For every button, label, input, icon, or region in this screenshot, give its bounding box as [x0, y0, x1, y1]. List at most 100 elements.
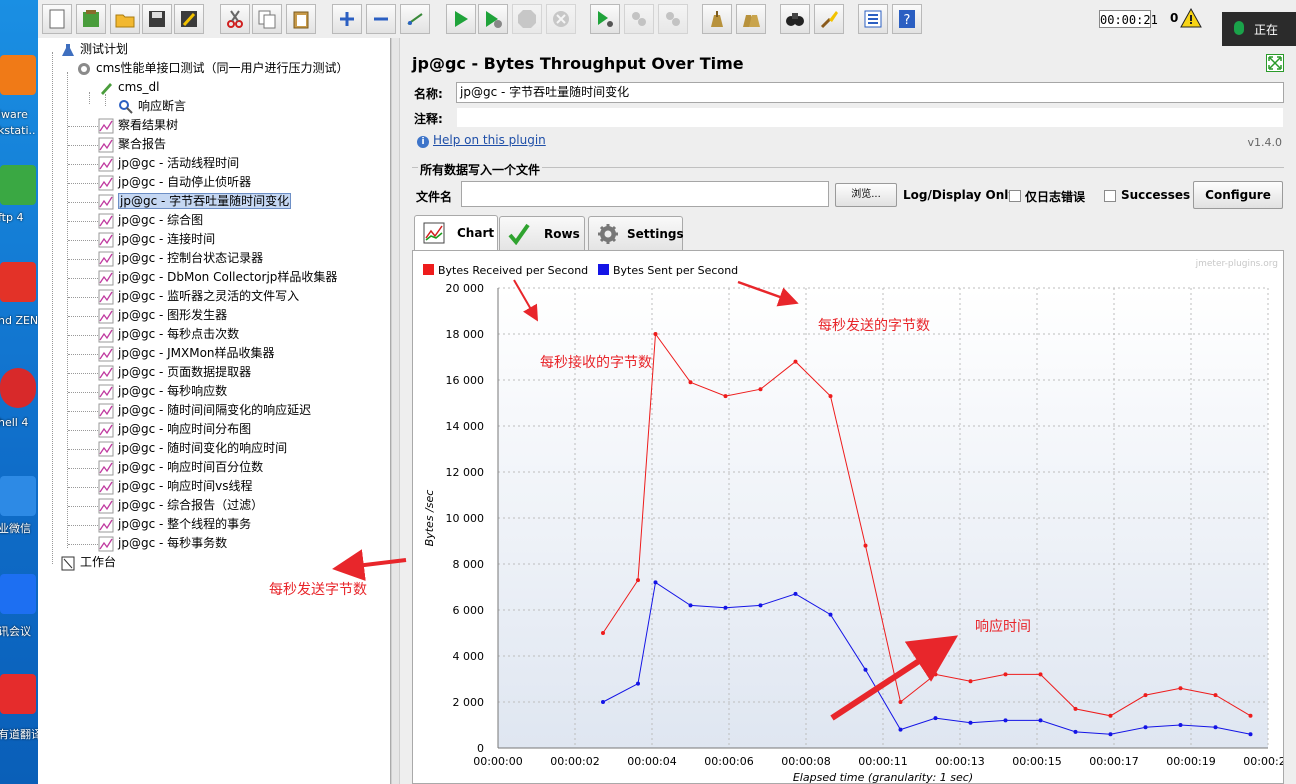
collapse-icon[interactable] — [366, 4, 396, 34]
clear-icon[interactable] — [702, 4, 732, 34]
wecom-icon[interactable] — [0, 476, 36, 516]
desktop-label: lware — [0, 108, 28, 121]
maximize-icon[interactable] — [1266, 54, 1284, 72]
graph-listener-icon — [98, 289, 114, 305]
tree-listener[interactable]: jp@gc - 每秒点击次数 — [98, 325, 239, 344]
tree-listener[interactable]: jp@gc - 控制台状态记录器 — [98, 249, 263, 268]
function-helper-icon[interactable] — [858, 4, 888, 34]
zend-icon[interactable] — [0, 262, 36, 302]
y-tick-label: 8 000 — [453, 558, 485, 571]
xftp-icon[interactable] — [0, 165, 36, 205]
vmware-icon[interactable] — [0, 55, 36, 95]
browse-button[interactable]: 浏览... — [835, 183, 897, 207]
save-icon[interactable] — [142, 4, 172, 34]
tree-listener[interactable]: jp@gc - 活动线程时间 — [98, 154, 239, 173]
tree-label: 工作台 — [80, 555, 117, 569]
page-title: jp@gc - Bytes Throughput Over Time — [412, 54, 744, 73]
copy-icon[interactable] — [252, 4, 282, 34]
tree-guide — [68, 354, 98, 355]
tree-listener[interactable]: jp@gc - DbMon Collectorjp样品收集器 — [98, 268, 337, 287]
tree-listener[interactable]: jp@gc - 监听器之灵活的文件写入 — [98, 287, 299, 306]
tree-listener[interactable]: 聚合报告 — [98, 135, 166, 154]
help-link[interactable]: Help on this plugin — [433, 133, 546, 147]
help-icon[interactable]: ? — [892, 4, 922, 34]
tree-listener[interactable]: 察看结果树 — [98, 116, 178, 135]
start-icon[interactable] — [446, 4, 476, 34]
split-pane-divider[interactable] — [391, 38, 400, 784]
xshell-icon[interactable] — [0, 368, 36, 408]
tree-listener[interactable]: jp@gc - 响应时间分布图 — [98, 420, 251, 439]
youdao-icon[interactable] — [0, 674, 36, 714]
tree-listener[interactable]: jp@gc - 每秒事务数 — [98, 534, 227, 553]
graph-listener-icon — [98, 213, 114, 229]
data-point — [933, 672, 938, 677]
successes-checkbox[interactable] — [1104, 190, 1116, 202]
save-as-icon[interactable] — [174, 4, 204, 34]
tree-listener[interactable]: jp@gc - 综合报告（过滤） — [98, 496, 263, 515]
tree-assertion[interactable]: 响应断言 — [118, 97, 186, 116]
data-point — [968, 679, 973, 684]
test-plan-tree[interactable]: 测试计划 cms性能单接口测试（同一用户进行压力测试） cms_dl 响应断言 … — [38, 38, 391, 784]
y-tick-label: 10 000 — [446, 512, 485, 525]
tree-listener[interactable]: jp@gc - 整个线程的事务 — [98, 515, 251, 534]
tree-listener[interactable]: jp@gc - 随时间间隔变化的响应延迟 — [98, 401, 311, 420]
open-icon[interactable] — [110, 4, 140, 34]
tab-rows[interactable]: Rows — [499, 216, 585, 250]
tab-chart[interactable]: Chart — [414, 215, 498, 251]
y-tick-label: 20 000 — [446, 282, 485, 295]
data-point — [1038, 672, 1043, 677]
clear-all-icon[interactable] — [736, 4, 766, 34]
cut-icon[interactable] — [220, 4, 250, 34]
tab-label: Chart — [457, 226, 495, 240]
toggle-icon[interactable] — [400, 4, 430, 34]
graph-listener-icon — [98, 365, 114, 381]
name-field[interactable]: jp@gc - 字节吞吐量随时间变化 — [456, 82, 1284, 103]
comment-field[interactable] — [456, 107, 1284, 128]
graph-listener-icon — [98, 175, 114, 191]
expand-icon[interactable] — [332, 4, 362, 34]
data-point — [688, 603, 693, 608]
tree-label: jp@gc - 页面数据提取器 — [118, 365, 252, 379]
file-group-title: 所有数据写入一个文件 — [418, 161, 543, 178]
tree-listener[interactable]: jp@gc - 随时间变化的响应时间 — [98, 439, 287, 458]
paste-icon[interactable] — [286, 4, 316, 34]
tree-listener[interactable]: jp@gc - JMXMon样品收集器 — [98, 344, 275, 363]
notification-popup[interactable]: 正在 — [1222, 12, 1296, 46]
tree-listener[interactable]: jp@gc - 连接时间 — [98, 230, 215, 249]
tree-listener[interactable]: jp@gc - 综合图 — [98, 211, 203, 230]
templates-icon[interactable] — [76, 4, 106, 34]
plugin-panel: jp@gc - Bytes Throughput Over Time 名称: j… — [400, 38, 1296, 784]
reset-search-icon[interactable] — [814, 4, 844, 34]
graph-listener-icon — [98, 308, 114, 324]
tab-settings[interactable]: Settings — [588, 216, 684, 250]
legend-swatch — [598, 264, 609, 275]
tree-listener[interactable]: jp@gc - 页面数据提取器 — [98, 363, 251, 382]
tree-listener[interactable]: jp@gc - 响应时间vs线程 — [98, 477, 252, 496]
tree-listener[interactable]: jp@gc - 每秒响应数 — [98, 382, 227, 401]
warning-icon[interactable] — [1180, 7, 1202, 31]
tree-listener[interactable]: jp@gc - 自动停止侦听器 — [98, 173, 251, 192]
tree-guide — [68, 411, 98, 412]
errors-only-checkbox[interactable] — [1009, 190, 1021, 202]
tencent-meeting-icon[interactable] — [0, 574, 36, 614]
filename-label: 文件名 — [416, 190, 453, 204]
start-no-pauses-icon[interactable] — [478, 4, 508, 34]
graph-listener-icon — [98, 403, 114, 419]
remote-shutdown-icon[interactable] — [658, 4, 688, 34]
configure-button[interactable]: Configure — [1193, 181, 1283, 209]
filename-field[interactable] — [461, 181, 829, 207]
tree-workbench[interactable]: 工作台 — [60, 553, 116, 572]
tree-root[interactable]: 测试计划 — [60, 40, 128, 59]
remote-start-icon[interactable] — [590, 4, 620, 34]
tree-listener[interactable]: jp@gc - 响应时间百分位数 — [98, 458, 263, 477]
shutdown-icon[interactable] — [546, 4, 576, 34]
new-icon[interactable] — [42, 4, 72, 34]
tree-thread-group[interactable]: cms性能单接口测试（同一用户进行压力测试） — [76, 59, 349, 78]
tree-sampler[interactable]: cms_dl — [98, 78, 160, 97]
remote-stop-icon[interactable] — [624, 4, 654, 34]
search-icon[interactable] — [780, 4, 810, 34]
tree-listener[interactable]: jp@gc - 字节吞吐量随时间变化 — [98, 192, 292, 211]
data-point — [898, 700, 903, 704]
stop-icon[interactable] — [512, 4, 542, 34]
tree-listener[interactable]: jp@gc - 图形发生器 — [98, 306, 227, 325]
